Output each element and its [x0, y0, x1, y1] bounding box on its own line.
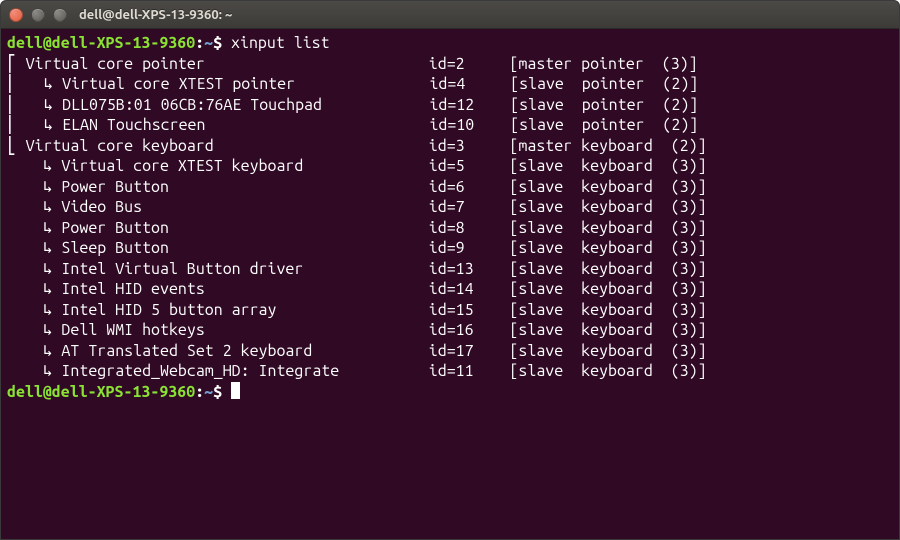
- terminal-line: dell@dell-XPS-13-9360:~$: [7, 382, 893, 403]
- minimize-icon[interactable]: [31, 8, 45, 22]
- window-title: dell@dell-XPS-13-9360: ~: [79, 8, 232, 22]
- terminal-line: ↳ Sleep Button id=9 [slave keyboard (3)]: [7, 238, 893, 259]
- terminal-line: ↳ Intel HID events id=14 [slave keyboard…: [7, 279, 893, 300]
- prompt-sep: :: [195, 34, 204, 52]
- prompt-userhost: dell@dell-XPS-13-9360: [7, 383, 195, 401]
- terminal-line: ⎡ Virtual core pointer id=2 [master poin…: [7, 54, 893, 75]
- titlebar[interactable]: dell@dell-XPS-13-9360: ~: [1, 1, 899, 29]
- terminal-window: dell@dell-XPS-13-9360: ~ dell@dell-XPS-1…: [0, 0, 900, 540]
- terminal-body[interactable]: dell@dell-XPS-13-9360:~$ xinput list⎡ Vi…: [1, 29, 899, 539]
- terminal-line: ⎜ ↳ ELAN Touchscreen id=10 [slave pointe…: [7, 115, 893, 136]
- prompt-userhost: dell@dell-XPS-13-9360: [7, 34, 195, 52]
- terminal-line: ↳ Power Button id=6 [slave keyboard (3)]: [7, 177, 893, 198]
- terminal-line: dell@dell-XPS-13-9360:~$ xinput list: [7, 33, 893, 54]
- cursor: [231, 382, 240, 399]
- terminal-line: ⎜ ↳ Virtual core XTEST pointer id=4 [sla…: [7, 74, 893, 95]
- prompt-path: ~: [204, 34, 213, 52]
- prompt-path: ~: [204, 383, 213, 401]
- terminal-line: ↳ AT Translated Set 2 keyboard id=17 [sl…: [7, 341, 893, 362]
- maximize-icon[interactable]: [53, 8, 67, 22]
- terminal-line: ↳ Intel Virtual Button driver id=13 [sla…: [7, 259, 893, 280]
- terminal-line: ↳ Video Bus id=7 [slave keyboard (3)]: [7, 197, 893, 218]
- prompt-end: $: [213, 34, 231, 52]
- prompt-sep: :: [195, 383, 204, 401]
- terminal-line: ⎜ ↳ DLL075B:01 06CB:76AE Touchpad id=12 …: [7, 95, 893, 116]
- terminal-line: ↳ Dell WMI hotkeys id=16 [slave keyboard…: [7, 320, 893, 341]
- terminal-line: ⎣ Virtual core keyboard id=3 [master key…: [7, 136, 893, 157]
- prompt-end: $: [213, 383, 231, 401]
- command-text: xinput list: [231, 34, 330, 52]
- terminal-line: ↳ Virtual core XTEST keyboard id=5 [slav…: [7, 156, 893, 177]
- terminal-line: ↳ Power Button id=8 [slave keyboard (3)]: [7, 218, 893, 239]
- terminal-line: ↳ Intel HID 5 button array id=15 [slave …: [7, 300, 893, 321]
- close-icon[interactable]: [9, 8, 23, 22]
- terminal-line: ↳ Integrated_Webcam_HD: Integrate id=11 …: [7, 361, 893, 382]
